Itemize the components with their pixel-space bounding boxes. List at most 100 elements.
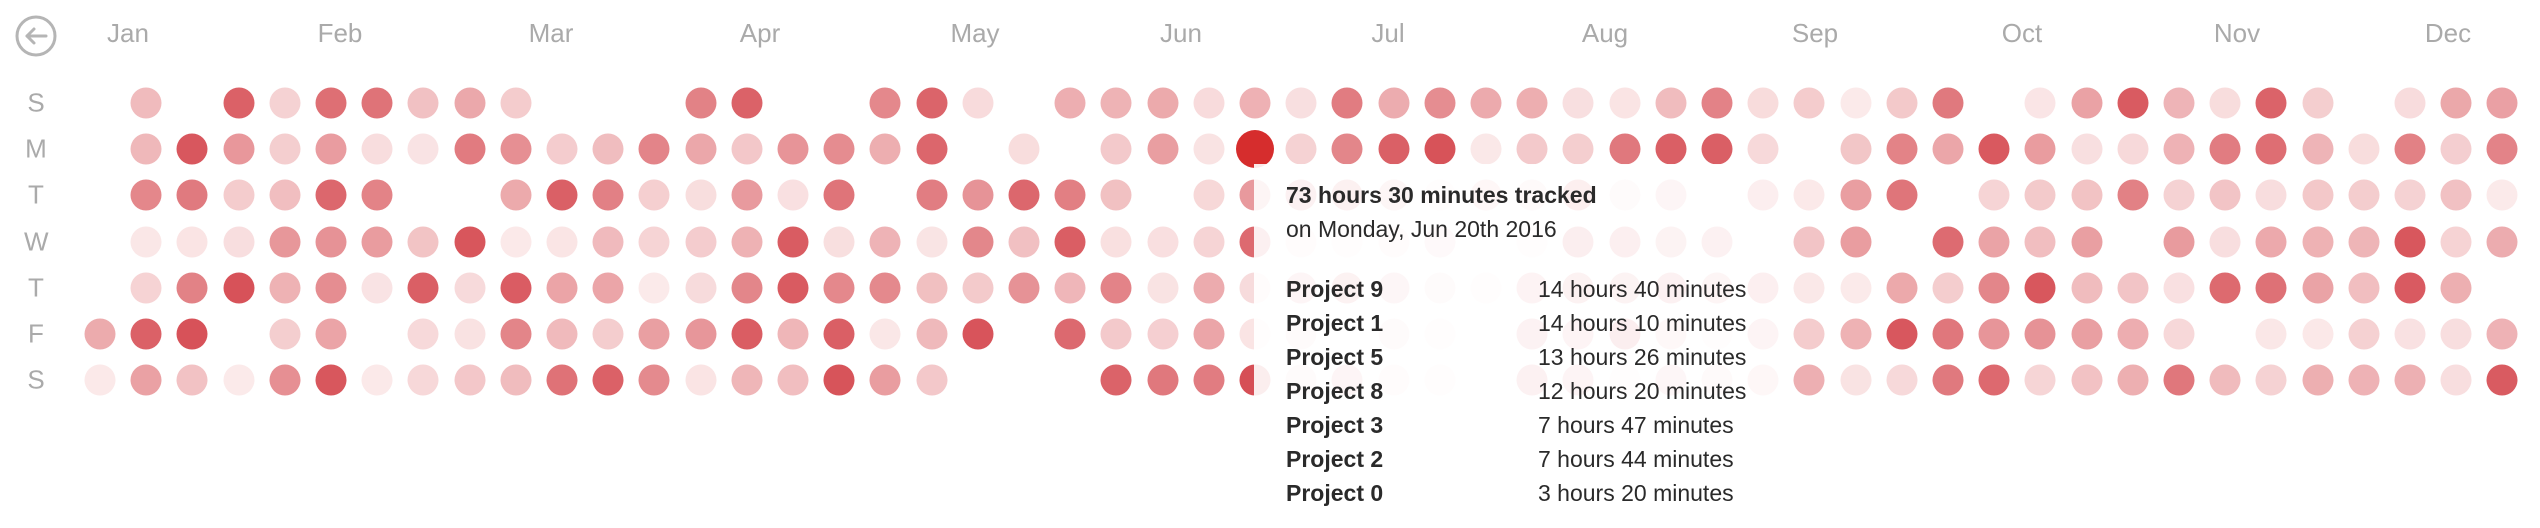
day-dot[interactable]: [869, 87, 901, 119]
day-dot[interactable]: [1932, 272, 1964, 304]
day-dot[interactable]: [2302, 87, 2334, 119]
day-dot[interactable]: [223, 133, 255, 165]
day-dot[interactable]: [2209, 179, 2241, 211]
day-dot[interactable]: [84, 318, 116, 350]
day-dot[interactable]: [2486, 364, 2518, 396]
day-dot[interactable]: [916, 318, 948, 350]
day-dot[interactable]: [731, 272, 763, 304]
day-dot[interactable]: [1008, 226, 1040, 258]
day-dot[interactable]: [2024, 87, 2056, 119]
day-dot[interactable]: [1793, 318, 1825, 350]
day-dot[interactable]: [1886, 318, 1918, 350]
day-dot[interactable]: [500, 272, 532, 304]
day-dot[interactable]: [315, 272, 347, 304]
day-dot[interactable]: [1932, 318, 1964, 350]
day-dot[interactable]: [1655, 87, 1687, 119]
day-dot[interactable]: [2348, 272, 2380, 304]
day-dot[interactable]: [2255, 179, 2287, 211]
day-dot[interactable]: [1470, 133, 1502, 165]
day-dot[interactable]: [1747, 133, 1779, 165]
day-dot[interactable]: [592, 272, 624, 304]
day-dot[interactable]: [1147, 226, 1179, 258]
day-dot[interactable]: [1054, 318, 1086, 350]
day-dot[interactable]: [916, 226, 948, 258]
day-dot[interactable]: [1100, 272, 1132, 304]
day-dot[interactable]: [269, 272, 301, 304]
day-dot[interactable]: [2486, 133, 2518, 165]
day-dot[interactable]: [2071, 364, 2103, 396]
day-dot[interactable]: [2440, 87, 2472, 119]
day-dot[interactable]: [731, 364, 763, 396]
day-dot[interactable]: [2486, 318, 2518, 350]
day-dot[interactable]: [592, 226, 624, 258]
day-dot[interactable]: [1793, 272, 1825, 304]
day-dot[interactable]: [2348, 226, 2380, 258]
day-dot[interactable]: [1978, 179, 2010, 211]
day-dot[interactable]: [777, 318, 809, 350]
day-dot[interactable]: [269, 318, 301, 350]
day-dot[interactable]: [1793, 226, 1825, 258]
day-dot[interactable]: [1840, 272, 1872, 304]
day-dot[interactable]: [1378, 87, 1410, 119]
day-dot[interactable]: [2163, 226, 2195, 258]
day-dot[interactable]: [130, 364, 162, 396]
day-dot[interactable]: [1562, 87, 1594, 119]
day-dot[interactable]: [223, 364, 255, 396]
day-dot[interactable]: [1147, 272, 1179, 304]
day-dot[interactable]: [2117, 87, 2149, 119]
day-dot[interactable]: [685, 318, 717, 350]
day-dot[interactable]: [2209, 226, 2241, 258]
day-dot[interactable]: [269, 87, 301, 119]
day-dot[interactable]: [823, 318, 855, 350]
day-dot[interactable]: [1655, 133, 1687, 165]
day-dot[interactable]: [1747, 87, 1779, 119]
day-dot[interactable]: [592, 364, 624, 396]
day-dot[interactable]: [2486, 226, 2518, 258]
day-dot[interactable]: [2117, 364, 2149, 396]
day-dot[interactable]: [1054, 179, 1086, 211]
day-dot[interactable]: [731, 87, 763, 119]
day-dot[interactable]: [962, 179, 994, 211]
day-dot[interactable]: [315, 226, 347, 258]
day-dot[interactable]: [84, 364, 116, 396]
day-dot[interactable]: [962, 318, 994, 350]
day-dot[interactable]: [2302, 226, 2334, 258]
day-dot[interactable]: [2024, 272, 2056, 304]
day-dot[interactable]: [2394, 318, 2426, 350]
day-dot[interactable]: [1886, 179, 1918, 211]
day-dot[interactable]: [777, 226, 809, 258]
day-dot[interactable]: [454, 226, 486, 258]
day-dot[interactable]: [2394, 272, 2426, 304]
day-dot[interactable]: [2024, 364, 2056, 396]
day-dot[interactable]: [1147, 87, 1179, 119]
day-dot[interactable]: [2071, 226, 2103, 258]
day-dot[interactable]: [407, 87, 439, 119]
day-dot[interactable]: [592, 133, 624, 165]
day-dot[interactable]: [2440, 179, 2472, 211]
day-dot[interactable]: [2394, 133, 2426, 165]
day-dot[interactable]: [546, 133, 578, 165]
day-dot[interactable]: [546, 364, 578, 396]
day-dot[interactable]: [731, 318, 763, 350]
day-dot[interactable]: [2071, 87, 2103, 119]
day-dot[interactable]: [2486, 179, 2518, 211]
day-dot[interactable]: [407, 318, 439, 350]
day-dot[interactable]: [269, 226, 301, 258]
day-dot[interactable]: [546, 318, 578, 350]
day-dot[interactable]: [2440, 226, 2472, 258]
day-dot[interactable]: [2440, 133, 2472, 165]
day-dot[interactable]: [777, 364, 809, 396]
day-dot[interactable]: [2209, 133, 2241, 165]
back-arrow-icon[interactable]: [14, 14, 58, 58]
day-dot[interactable]: [2348, 179, 2380, 211]
day-dot[interactable]: [2071, 133, 2103, 165]
day-dot[interactable]: [823, 272, 855, 304]
day-dot[interactable]: [130, 133, 162, 165]
day-dot[interactable]: [1978, 226, 2010, 258]
day-dot[interactable]: [1008, 133, 1040, 165]
day-dot[interactable]: [638, 364, 670, 396]
day-dot[interactable]: [2440, 318, 2472, 350]
day-dot[interactable]: [2302, 272, 2334, 304]
day-dot[interactable]: [1609, 133, 1641, 165]
day-dot[interactable]: [176, 179, 208, 211]
